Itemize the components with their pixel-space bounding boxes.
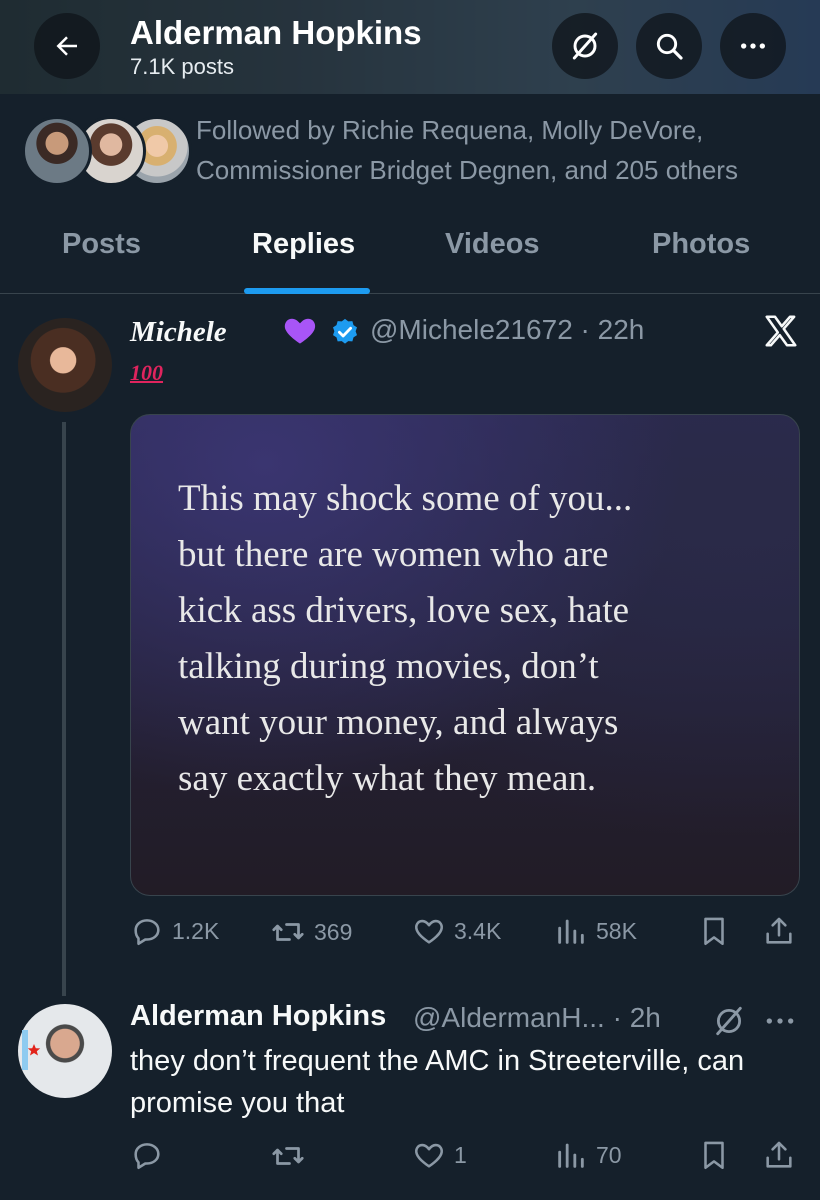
grok-icon — [572, 32, 598, 60]
verified-badge-icon — [333, 318, 357, 344]
tweet-actions: 1.2K 369 3.4K 58K — [0, 914, 820, 954]
reply-button[interactable]: 1.2K — [130, 914, 219, 948]
profile-tabs: Posts Replies Videos Photos — [0, 218, 820, 294]
header-title: Alderman Hopkins — [130, 14, 422, 51]
search-button[interactable] — [636, 13, 702, 79]
repost-count: 369 — [314, 918, 353, 945]
views-count: 70 — [596, 1141, 622, 1168]
back-arrow-icon — [56, 36, 77, 56]
tweet-text: they don’t frequent the AMC in Streeterv… — [130, 1045, 745, 1119]
hundred-points-emoji: 100 — [130, 360, 163, 385]
like-button[interactable]: 1 — [412, 1138, 467, 1172]
repost-icon — [272, 923, 304, 941]
views-button[interactable]: 70 — [554, 1138, 622, 1172]
views-icon — [558, 919, 584, 944]
share-button[interactable] — [762, 914, 796, 948]
like-count: 3.4K — [454, 917, 502, 944]
reply-count: 1.2K — [172, 917, 220, 944]
bookmark-button[interactable] — [697, 1138, 731, 1172]
bookmark-button[interactable] — [697, 914, 731, 948]
views-count: 58K — [596, 917, 637, 944]
bookmark-icon — [704, 1141, 724, 1170]
thread-connector — [62, 422, 66, 996]
followed-by-text[interactable]: Followed by Richie Requena, Molly DeVore… — [196, 110, 796, 190]
search-icon — [656, 33, 683, 60]
grok-button[interactable] — [552, 13, 618, 79]
tweet-author-name[interactable]: Alderman Hopkins — [130, 1000, 386, 1033]
tweet-image[interactable]: This may shock some of you... but there … — [130, 414, 800, 896]
share-icon — [766, 1141, 792, 1168]
more-options-button[interactable] — [720, 13, 786, 79]
reply-icon — [134, 919, 160, 946]
views-button[interactable]: 58K — [554, 914, 637, 948]
more-icon — [741, 43, 765, 49]
like-icon — [415, 919, 443, 944]
tweet-handle-time[interactable]: @Michele21672 · 22h — [370, 314, 644, 346]
repost-icon — [272, 1147, 304, 1165]
chicago-flag-icon — [22, 1030, 41, 1070]
active-tab-indicator — [244, 288, 370, 294]
reply-icon — [134, 1143, 160, 1170]
repost-button[interactable]: 369 — [270, 914, 352, 950]
tab-posts[interactable]: Posts — [62, 228, 141, 261]
bookmark-icon — [704, 917, 724, 946]
avatar[interactable] — [18, 318, 112, 412]
tab-replies[interactable]: Replies — [252, 228, 355, 261]
tweet-actions: 1 70 — [0, 1138, 820, 1178]
purple-heart-icon — [284, 318, 316, 344]
reply-button[interactable] — [130, 1138, 172, 1172]
like-icon — [415, 1143, 443, 1168]
tab-photos[interactable]: Photos — [652, 228, 750, 261]
follower-avatar — [22, 116, 92, 186]
views-icon — [558, 1143, 584, 1168]
more-icon[interactable] — [764, 1014, 796, 1028]
header-post-count: 7.1K posts — [130, 54, 234, 79]
grok-icon[interactable] — [712, 1004, 746, 1038]
repost-button[interactable] — [270, 1138, 314, 1174]
tweet-author-name[interactable]: Michele — [130, 316, 227, 349]
tweet-handle-time[interactable]: @AldermanH... · 2h — [413, 1002, 661, 1034]
followers-avatars[interactable] — [22, 116, 192, 188]
share-button[interactable] — [762, 1138, 796, 1172]
share-icon — [766, 917, 792, 944]
like-count: 1 — [454, 1141, 467, 1168]
image-quote-text: This may shock some of you... but there … — [178, 478, 633, 799]
tab-videos[interactable]: Videos — [445, 228, 540, 261]
x-logo-icon[interactable] — [762, 312, 800, 350]
back-button[interactable] — [34, 13, 100, 79]
like-button[interactable]: 3.4K — [412, 914, 501, 948]
